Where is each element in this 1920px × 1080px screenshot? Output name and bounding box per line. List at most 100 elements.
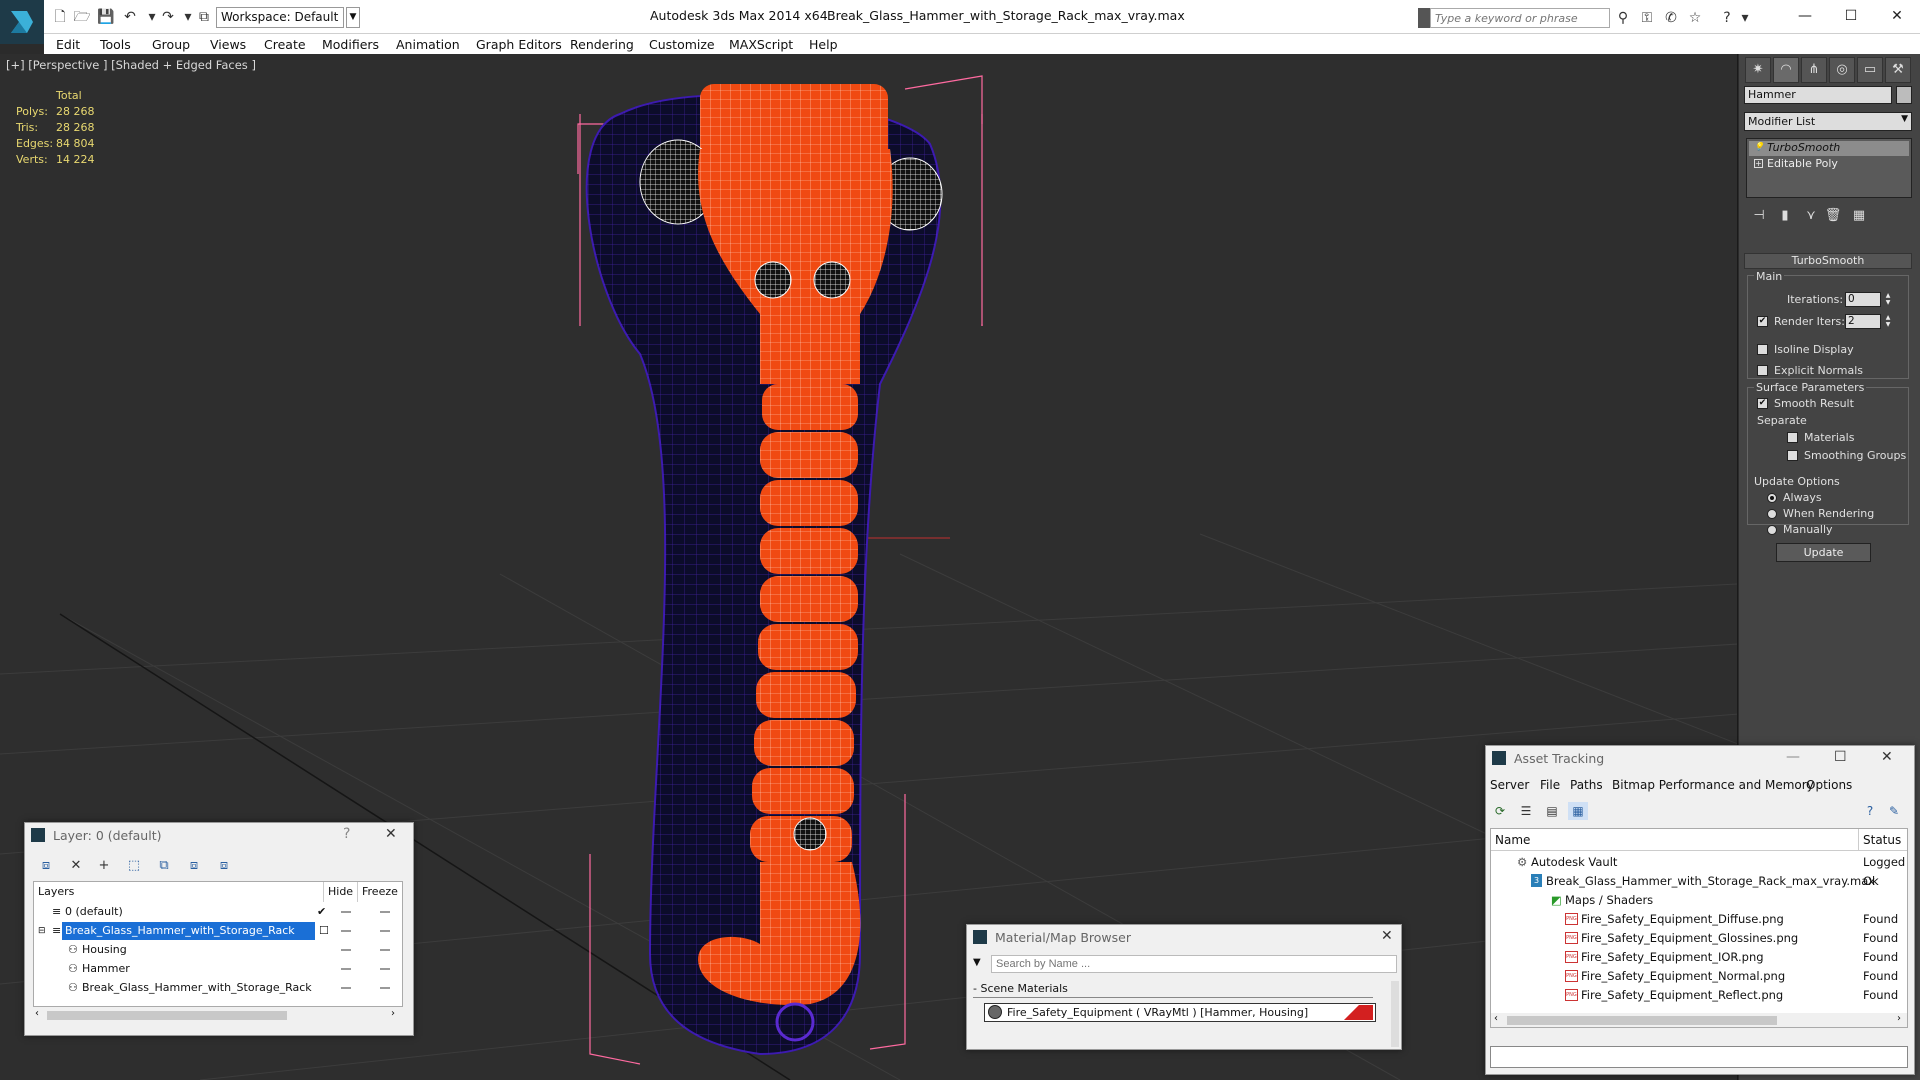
horizontal-scrollbar[interactable]: ‹ › — [1491, 1013, 1907, 1027]
expand-plus-icon[interactable]: + — [1754, 159, 1763, 168]
hide-toggle[interactable] — [341, 930, 351, 932]
settings-icon[interactable]: ✎ — [1884, 802, 1904, 820]
close-button[interactable]: ✕ — [1874, 4, 1920, 28]
table-row[interactable]: PNG Fire_Safety_Equipment_Diffuse.png Fo… — [1491, 910, 1907, 929]
freeze-toggle[interactable] — [380, 949, 390, 951]
table-row[interactable]: ⚇ Break_Glass_Hammer_with_Storage_Rack — [34, 979, 402, 998]
remove-modifier-icon[interactable]: 🗑 — [1823, 206, 1843, 226]
asset-path-field[interactable] — [1490, 1046, 1908, 1068]
menu-options[interactable]: Options — [1806, 778, 1852, 792]
menu-graph-editors[interactable]: Graph Editors — [476, 37, 562, 52]
motion-tab-icon[interactable]: ◎ — [1829, 57, 1855, 83]
scroll-right-icon[interactable]: › — [1897, 1013, 1901, 1024]
material-item[interactable]: Fire_Safety_Equipment ( VRayMtl ) [Hamme… — [984, 1003, 1376, 1022]
stack-item-turbosmooth[interactable]: 💡 TurboSmooth — [1749, 141, 1909, 156]
smooth-result-checkbox[interactable]: ✔ — [1757, 398, 1768, 409]
workspace-selector[interactable]: Workspace: Default — [216, 7, 344, 28]
render-iters-spinner[interactable]: 2 — [1845, 314, 1881, 329]
refresh-icon[interactable]: ⟳ — [1490, 802, 1510, 820]
menu-create[interactable]: Create — [264, 37, 306, 52]
menu-server[interactable]: Server — [1490, 778, 1529, 792]
scroll-left-icon[interactable]: ‹ — [35, 1008, 39, 1019]
scene-materials-section[interactable]: - Scene Materials — [973, 982, 1373, 995]
hide-toggle[interactable] — [341, 911, 351, 913]
table-row[interactable]: ◩ Maps / Shaders — [1491, 891, 1907, 910]
create-tab-icon[interactable]: ✷ — [1745, 57, 1771, 83]
maximize-icon[interactable]: ☐ — [1834, 749, 1847, 765]
search-input[interactable] — [1430, 8, 1610, 28]
hide-all-layers-icon[interactable]: ⧈ — [183, 856, 205, 876]
modify-tab-icon[interactable]: ◠ — [1773, 57, 1799, 83]
table-view-icon[interactable]: ▤ — [1542, 802, 1562, 820]
menu-maxscript[interactable]: MAXScript — [729, 37, 793, 52]
table-row[interactable]: ⚙ Autodesk Vault Logged — [1491, 853, 1907, 872]
object-name-field[interactable]: Hammer — [1744, 86, 1892, 104]
new-layer-icon[interactable]: ⧈ — [35, 856, 57, 876]
delete-layer-icon[interactable]: ✕ — [65, 856, 87, 876]
make-unique-icon[interactable]: ⋎ — [1801, 206, 1821, 226]
freeze-toggle[interactable] — [380, 930, 390, 932]
table-row[interactable]: ⊟ ≡ Break_Glass_Hammer_with_Storage_Rack… — [34, 922, 402, 941]
close-icon[interactable]: ✕ — [385, 826, 397, 842]
communication-icon[interactable]: ✆ — [1662, 9, 1680, 27]
smoothing-groups-checkbox[interactable] — [1787, 450, 1798, 461]
scroll-left-icon[interactable]: ‹ — [1494, 1013, 1498, 1024]
current-layer-check-icon[interactable]: ✔ — [317, 903, 326, 921]
table-row[interactable]: 3 Break_Glass_Hammer_with_Storage_Rack_m… — [1491, 872, 1907, 891]
menu-group[interactable]: Group — [152, 37, 190, 52]
table-row[interactable]: PNG Fire_Safety_Equipment_IOR.png Found — [1491, 948, 1907, 967]
column-header[interactable]: Name — [1491, 829, 1859, 851]
turbosmooth-rollout-header[interactable]: TurboSmooth — [1744, 253, 1912, 269]
menu-customize[interactable]: Customize — [649, 37, 715, 52]
browser-options-icon[interactable]: ▼ — [973, 957, 981, 968]
freeze-toggle[interactable] — [380, 911, 390, 913]
select-layer-objects-icon[interactable]: ⬚ — [123, 856, 145, 876]
hide-toggle[interactable] — [341, 968, 351, 970]
menu-paths[interactable]: Paths — [1570, 778, 1603, 792]
add-to-layer-icon[interactable]: + — [93, 856, 115, 876]
redo-icon[interactable]: ↷ — [158, 8, 178, 26]
hierarchy-tab-icon[interactable]: ⋔ — [1801, 57, 1827, 83]
always-radio[interactable] — [1767, 493, 1777, 503]
menu-rendering[interactable]: Rendering — [570, 37, 634, 52]
help-icon[interactable]: ? — [1860, 802, 1880, 820]
menu-bitmap-performance[interactable]: Bitmap Performance and Memory — [1612, 778, 1814, 792]
display-tab-icon[interactable]: ▭ — [1857, 57, 1883, 83]
search-expand-icon[interactable] — [1418, 8, 1430, 28]
project-folder-icon[interactable]: ⧉ — [194, 8, 214, 26]
chevron-down-icon[interactable]: ▼ — [346, 7, 360, 28]
undo-icon[interactable]: ↶ — [120, 8, 140, 26]
scroll-thumb[interactable] — [47, 1011, 287, 1020]
when-rendering-radio[interactable] — [1767, 509, 1777, 519]
hide-toggle[interactable] — [341, 987, 351, 989]
vertical-scrollbar[interactable] — [1391, 981, 1399, 1047]
freeze-all-layers-icon[interactable]: ⧈ — [213, 856, 235, 876]
table-row[interactable]: ⚇ Hammer — [34, 960, 402, 979]
collapse-icon[interactable]: ⊟ — [38, 922, 46, 940]
favorites-star-icon[interactable]: ☆ — [1686, 9, 1704, 27]
viewport-label[interactable]: [+] [Perspective ] [Shaded + Edged Faces… — [6, 58, 256, 72]
stack-item-editable-poly[interactable]: + Editable Poly — [1749, 157, 1909, 172]
lightbulb-icon[interactable]: 💡 — [1754, 143, 1764, 152]
app-logo-icon[interactable] — [0, 0, 44, 44]
horizontal-scrollbar[interactable]: ‹ › — [33, 1008, 403, 1022]
spinner-arrows-icon[interactable]: ▲ ▼ — [1883, 314, 1893, 329]
show-end-result-icon[interactable]: ▮ — [1775, 206, 1795, 226]
spinner-arrows-icon[interactable]: ▲ ▼ — [1883, 292, 1893, 307]
grid-view-icon[interactable]: ▦ — [1568, 802, 1588, 820]
table-row[interactable]: ≡ 0 (default) ✔ — [34, 903, 402, 922]
menu-edit[interactable]: Edit — [56, 37, 80, 52]
list-view-icon[interactable]: ☰ — [1516, 802, 1536, 820]
table-row[interactable]: PNG Fire_Safety_Equipment_Normal.png Fou… — [1491, 967, 1907, 986]
search-input[interactable] — [991, 955, 1397, 973]
isoline-display-checkbox[interactable] — [1757, 344, 1768, 355]
menu-views[interactable]: Views — [210, 37, 246, 52]
save-file-icon[interactable]: 💾 — [96, 8, 116, 26]
highlight-layer-icon[interactable]: ⧉ — [153, 856, 175, 876]
column-header[interactable]: Status — [1859, 829, 1907, 851]
menu-modifiers[interactable]: Modifiers — [322, 37, 379, 52]
maximize-button[interactable]: ☐ — [1828, 4, 1874, 28]
table-row[interactable]: PNG Fire_Safety_Equipment_Reflect.png Fo… — [1491, 986, 1907, 1005]
help-icon[interactable]: ? — [1718, 9, 1736, 27]
freeze-toggle[interactable] — [380, 968, 390, 970]
